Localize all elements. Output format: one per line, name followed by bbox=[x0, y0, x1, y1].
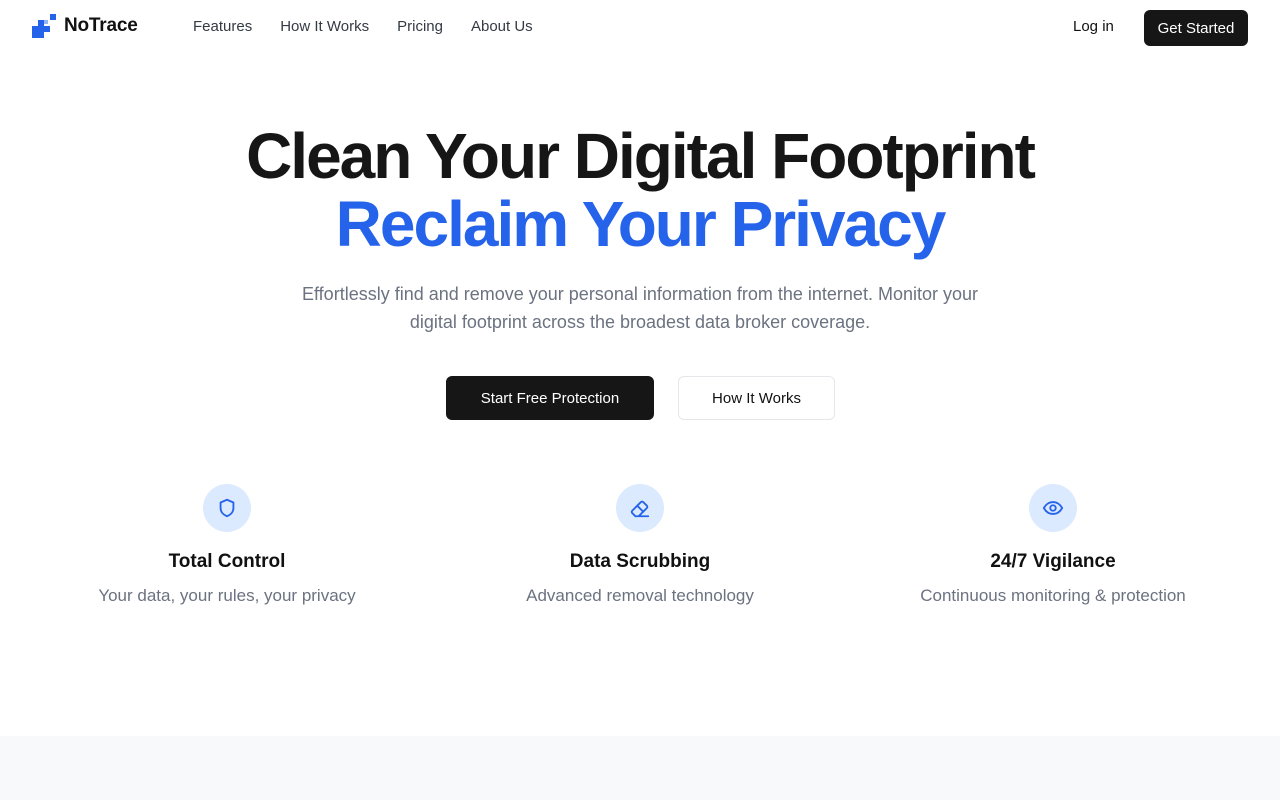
main-nav: Features How It Works Pricing About Us bbox=[193, 18, 533, 35]
eraser-icon bbox=[616, 484, 664, 532]
feature-title: Total Control bbox=[168, 551, 286, 572]
brand-logo[interactable]: NoTrace bbox=[32, 14, 138, 38]
nav-link-about-us[interactable]: About Us bbox=[471, 18, 533, 35]
nav-link-how-it-works[interactable]: How It Works bbox=[280, 18, 369, 35]
feature-title: 24/7 Vigilance bbox=[990, 551, 1116, 572]
top-navbar: NoTrace Features How It Works Pricing Ab… bbox=[0, 0, 1280, 56]
nav-link-features[interactable]: Features bbox=[193, 18, 252, 35]
start-free-protection-button[interactable]: Start Free Protection bbox=[446, 376, 654, 420]
nav-link-pricing[interactable]: Pricing bbox=[397, 18, 443, 35]
feature-card: Total Control Your data, your rules, you… bbox=[27, 484, 427, 608]
hero-title: Clean Your Digital Footprint bbox=[246, 120, 1036, 192]
feature-description: Continuous monitoring & protection bbox=[920, 586, 1186, 605]
feature-description: Advanced removal technology bbox=[526, 586, 754, 605]
next-section-band bbox=[0, 736, 1280, 800]
feature-title: Data Scrubbing bbox=[569, 551, 711, 572]
logo-icon bbox=[32, 14, 56, 38]
feature-card: Data Scrubbing Advanced removal technolo… bbox=[440, 484, 840, 608]
brand-name: NoTrace bbox=[64, 15, 138, 36]
eye-icon bbox=[1029, 484, 1077, 532]
login-link[interactable]: Log in bbox=[1073, 18, 1114, 35]
get-started-button[interactable]: Get Started bbox=[1144, 10, 1248, 46]
how-it-works-button[interactable]: How It Works bbox=[678, 376, 835, 420]
feature-description: Your data, your rules, your privacy bbox=[98, 586, 356, 605]
feature-card: 24/7 Vigilance Continuous monitoring & p… bbox=[853, 484, 1253, 608]
hero-subtitle: Effortlessly find and remove your person… bbox=[302, 284, 978, 332]
shield-icon bbox=[203, 484, 251, 532]
hero-title-accent: Reclaim Your Privacy bbox=[335, 188, 947, 260]
